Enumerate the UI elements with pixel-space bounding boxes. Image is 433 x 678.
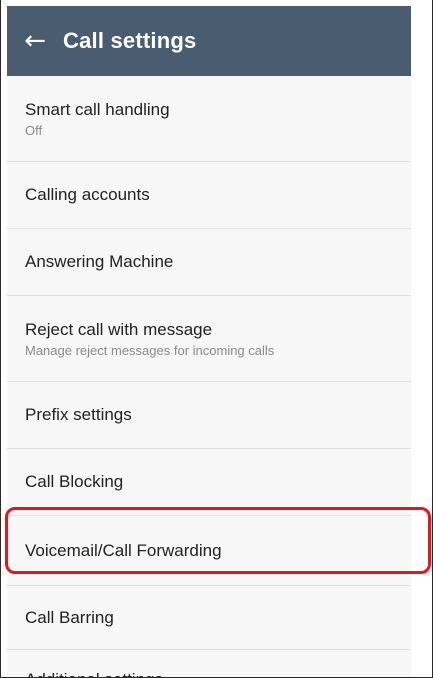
setting-voicemail-call-forwarding[interactable]: Voicemail/Call Forwarding [7,516,411,586]
setting-label: Smart call handling [25,99,170,119]
setting-prefix-settings[interactable]: Prefix settings [7,382,411,449]
setting-label: Answering Machine [25,252,174,271]
settings-list: Smart call handling Off Calling accounts… [7,76,411,678]
setting-label: Call Barring [25,607,114,627]
setting-additional-settings[interactable]: Additional settings [7,650,411,678]
setting-answering-machine[interactable]: Answering Machine [7,229,411,296]
scroll-edge [411,6,432,677]
setting-subtitle: Manage reject messages for incoming call… [25,342,275,358]
setting-call-blocking[interactable]: Call Blocking [7,449,411,516]
app-bar: ← Call settings [7,6,411,76]
setting-reject-call-with-message[interactable]: Reject call with message Manage reject m… [7,296,411,382]
setting-label: Prefix settings [25,405,132,424]
setting-call-barring[interactable]: Call Barring [7,586,411,650]
back-button[interactable]: ← [7,6,63,76]
arrow-back-icon: ← [24,26,46,56]
setting-subtitle: Off [25,122,43,138]
screen-frame: ← Call settings Smart call handling Off … [0,0,433,678]
page-title: Call settings [63,28,197,53]
setting-label: Additional settings [25,670,411,678]
setting-label: Reject call with message [25,319,213,339]
setting-label: Calling accounts [25,185,150,204]
setting-label: Voicemail/Call Forwarding [25,540,222,560]
setting-smart-call-handling[interactable]: Smart call handling Off [7,76,411,162]
setting-label: Call Blocking [25,472,124,491]
setting-calling-accounts[interactable]: Calling accounts [7,162,411,229]
